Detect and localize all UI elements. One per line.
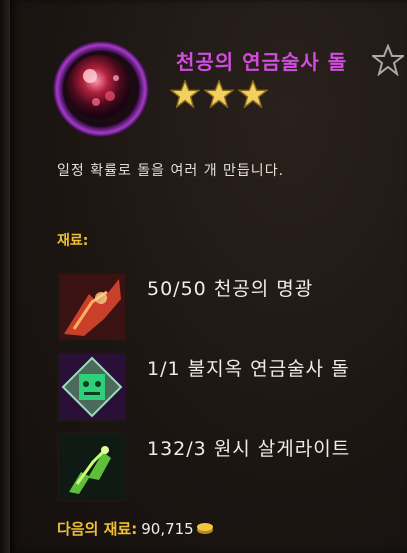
recipe-title: 천공의 연금술사 돌 xyxy=(176,50,348,74)
favorite-star-icon[interactable] xyxy=(370,43,406,77)
cost-label: 다음의 재료: xyxy=(57,520,138,538)
rank-star-icon xyxy=(238,80,268,108)
recipe-description: 일정 확률로 돌을 여러 개 만듭니다. xyxy=(57,163,285,179)
material-label: 50/50 천공의 명광 xyxy=(147,278,397,300)
material-count: 50/50 xyxy=(147,278,207,300)
material-count: 1/1 xyxy=(147,358,181,380)
material-name: 불지옥 연금술사 돌 xyxy=(187,358,350,380)
material-name: 천공의 명광 xyxy=(213,278,314,300)
cost-value: 90,715 xyxy=(141,520,194,538)
material-label: 132/3 원시 살게라이트 xyxy=(147,438,397,460)
hellfire-alchemist-stone-icon[interactable] xyxy=(57,352,127,422)
recipe-rank-stars xyxy=(170,80,268,108)
celestial-light-icon[interactable] xyxy=(57,272,127,342)
cost-line: 다음의 재료: 90,715 xyxy=(57,518,214,539)
gold-coin-icon xyxy=(196,521,214,539)
primal-sargerite-icon[interactable] xyxy=(57,432,127,502)
material-row[interactable]: 50/50 천공의 명광 xyxy=(57,272,402,342)
material-row[interactable]: 132/3 원시 살게라이트 xyxy=(57,432,402,502)
tooltip-left-edge xyxy=(0,0,10,553)
materials-header: 재료: xyxy=(57,233,89,249)
material-name: 원시 살게라이트 xyxy=(213,438,351,460)
recipe-orb-icon[interactable] xyxy=(52,40,150,138)
rank-star-icon xyxy=(204,80,234,108)
rank-star-icon xyxy=(170,80,200,108)
material-label: 1/1 불지옥 연금술사 돌 xyxy=(147,358,397,380)
material-row[interactable]: 1/1 불지옥 연금술사 돌 xyxy=(57,352,402,422)
material-count: 132/3 xyxy=(147,438,207,460)
